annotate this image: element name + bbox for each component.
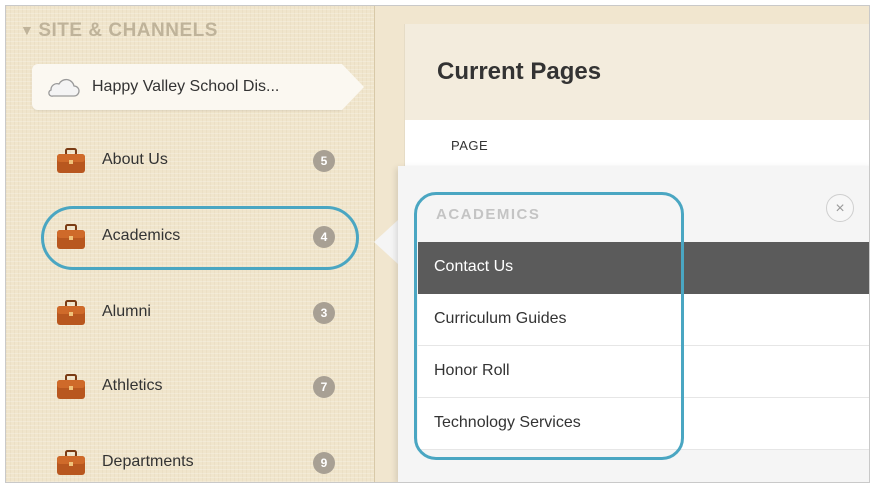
- site-item[interactable]: Happy Valley School Dis...: [32, 64, 364, 110]
- sidebar-item-label: Departments: [102, 453, 194, 470]
- cms-window: ▼ SITE & CHANNELS Happy Valley School Dis…: [5, 5, 870, 483]
- highlight-ring: [414, 192, 684, 460]
- sidebar-item-label: Alumni: [102, 303, 151, 320]
- close-icon[interactable]: ×: [826, 194, 854, 222]
- page-title: Current Pages: [437, 58, 602, 85]
- popover-arrow: [374, 220, 398, 264]
- count-badge: 9: [313, 452, 335, 474]
- sidebar-item-label: Athletics: [102, 377, 163, 394]
- count-badge: 7: [313, 376, 335, 398]
- briefcase-icon: [57, 300, 85, 325]
- sidebar: ▼ SITE & CHANNELS Happy Valley School Dis…: [6, 6, 375, 482]
- column-header-page: PAGE: [451, 138, 489, 153]
- site-label: Happy Valley School Dis...: [92, 78, 280, 95]
- briefcase-icon: [57, 148, 85, 173]
- cloud-icon: [48, 78, 80, 97]
- sidebar-item-alumni[interactable]: Alumni 3: [56, 298, 356, 328]
- sidebar-item-label: About Us: [102, 151, 168, 168]
- main-header: Current Pages: [405, 24, 869, 120]
- collapse-triangle-icon[interactable]: ▼: [20, 22, 34, 38]
- briefcase-icon: [57, 374, 85, 399]
- count-badge: 5: [313, 150, 335, 172]
- briefcase-icon: [57, 450, 85, 475]
- sidebar-item-about-us[interactable]: About Us 5: [56, 146, 356, 176]
- highlight-ring: [41, 206, 359, 270]
- sidebar-header-label: SITE & CHANNELS: [38, 20, 218, 41]
- count-badge: 3: [313, 302, 335, 324]
- sidebar-item-departments[interactable]: Departments 9: [56, 448, 356, 478]
- sidebar-item-athletics[interactable]: Athletics 7: [56, 372, 356, 402]
- sidebar-header[interactable]: ▼ SITE & CHANNELS: [20, 20, 218, 42]
